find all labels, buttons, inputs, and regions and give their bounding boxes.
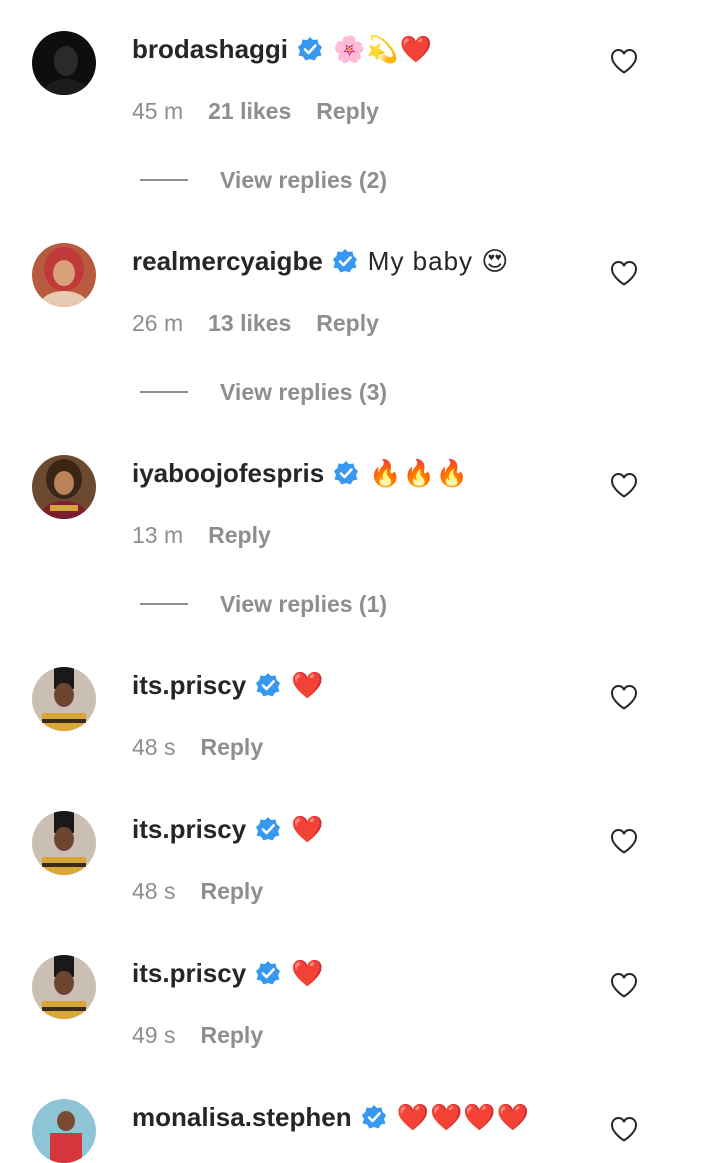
reply-button[interactable]: Reply	[200, 878, 263, 905]
reply-button[interactable]: Reply	[316, 98, 379, 125]
comment-timestamp: 26 m	[132, 309, 184, 336]
verified-badge-icon	[361, 1104, 387, 1130]
comment-timestamp: 49 s	[132, 1021, 176, 1048]
comment-text: ❤️❤️❤️❤️	[396, 1101, 531, 1132]
like-heart-icon[interactable]	[609, 471, 639, 499]
replies-divider	[140, 391, 188, 393]
comment-username[interactable]: its.priscy	[132, 958, 246, 989]
comment-text: ❤️	[291, 669, 325, 700]
comment-text: ❤️	[291, 813, 325, 844]
replies-divider	[140, 603, 188, 605]
likes-count[interactable]: 13 likes	[208, 310, 291, 337]
avatar[interactable]	[32, 667, 96, 731]
likes-count[interactable]: 21 likes	[208, 98, 291, 125]
like-heart-icon[interactable]	[609, 827, 639, 855]
replies-divider	[140, 179, 188, 181]
avatar[interactable]	[32, 243, 96, 307]
reply-button[interactable]: Reply	[316, 310, 379, 337]
verified-badge-icon	[255, 672, 281, 698]
reply-button[interactable]: Reply	[208, 522, 271, 549]
comment-timestamp: 13 m	[132, 521, 184, 548]
comment-text: 🌸💫❤️	[333, 33, 434, 64]
comment-text: ❤️	[291, 957, 325, 988]
comment-username[interactable]: its.priscy	[132, 814, 246, 845]
verified-badge-icon	[255, 960, 281, 986]
avatar[interactable]	[32, 1099, 96, 1163]
comment-timestamp: 45 m	[132, 97, 184, 124]
view-replies-label: View replies (2)	[220, 166, 388, 193]
verified-badge-icon	[332, 248, 358, 274]
avatar[interactable]	[32, 811, 96, 875]
comment-timestamp: 48 s	[132, 877, 176, 904]
comment-text: My baby 😍	[367, 245, 510, 276]
comment-username[interactable]: iyaboojofespris	[132, 458, 324, 489]
comment-text: 🔥🔥🔥	[369, 457, 470, 488]
view-replies-button[interactable]: View replies (3)	[140, 377, 387, 407]
comment-timestamp: 48 s	[132, 733, 176, 760]
like-heart-icon[interactable]	[609, 47, 639, 75]
like-heart-icon[interactable]	[609, 259, 639, 287]
reply-button[interactable]: Reply	[200, 734, 263, 761]
view-replies-label: View replies (3)	[220, 378, 388, 405]
verified-badge-icon	[297, 36, 323, 62]
comment-username[interactable]: brodashaggi	[132, 34, 288, 65]
comment-username[interactable]: monalisa.stephen	[132, 1102, 352, 1133]
reply-button[interactable]: Reply	[200, 1022, 263, 1049]
view-replies-label: View replies (1)	[220, 590, 388, 617]
avatar[interactable]	[32, 955, 96, 1019]
comment-username[interactable]: realmercyaigbe	[132, 246, 323, 277]
verified-badge-icon	[255, 816, 281, 842]
avatar[interactable]	[32, 31, 96, 95]
avatar[interactable]	[32, 455, 96, 519]
view-replies-button[interactable]: View replies (1)	[140, 589, 387, 619]
like-heart-icon[interactable]	[609, 971, 639, 999]
comment-username[interactable]: its.priscy	[132, 670, 246, 701]
verified-badge-icon	[333, 460, 359, 486]
like-heart-icon[interactable]	[609, 683, 639, 711]
view-replies-button[interactable]: View replies (2)	[140, 165, 387, 195]
like-heart-icon[interactable]	[609, 1115, 639, 1143]
